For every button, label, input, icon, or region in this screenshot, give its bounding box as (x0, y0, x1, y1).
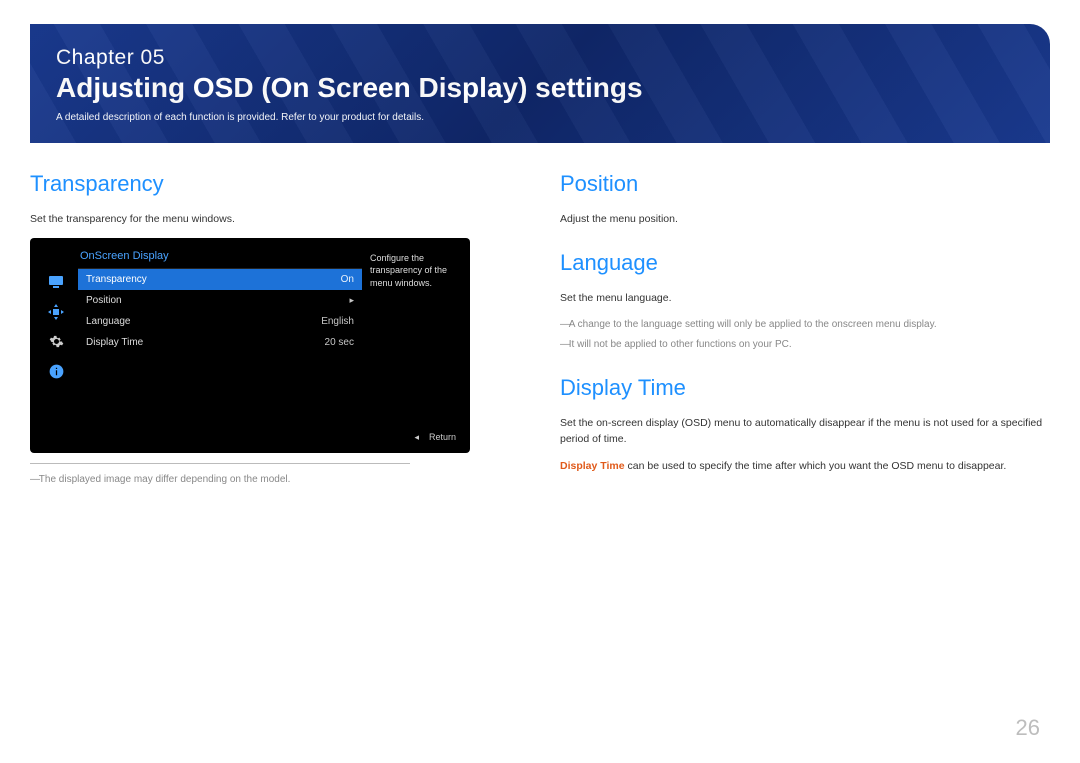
back-icon: ◂ (414, 432, 419, 443)
displaytime-desc1: Set the on-screen display (OSD) menu to … (560, 415, 1050, 449)
displaytime-highlight: Display Time (560, 460, 625, 472)
language-note-1: A change to the language setting will on… (560, 317, 1050, 333)
osd-help-text: Configure the transparency of the menu w… (370, 250, 456, 384)
content-columns: Transparency Set the transparency for th… (30, 161, 1050, 492)
osd-row-transparency: Transparency On (78, 269, 362, 290)
osd-row-value: English (321, 316, 354, 327)
section-language: Language (560, 250, 1050, 276)
osd-sidebar (44, 250, 70, 384)
osd-row-label: Language (86, 316, 131, 327)
osd-screenshot: OnScreen Display Transparency On Positio… (30, 238, 470, 453)
osd-row-label: Position (86, 295, 122, 306)
chapter-title: Adjusting OSD (On Screen Display) settin… (56, 72, 1024, 104)
osd-title: OnScreen Display (78, 250, 362, 268)
displaytime-desc2: Display Time can be used to specify the … (560, 458, 1050, 475)
language-note-2: It will not be applied to other function… (560, 337, 1050, 353)
osd-row-language: Language English (78, 311, 362, 332)
chapter-label: Chapter 05 (56, 46, 1024, 70)
model-note: The displayed image may differ depending… (30, 472, 520, 488)
osd-row-value: 20 sec (325, 337, 354, 348)
divider (30, 463, 410, 464)
osd-row-position: Position ▸ (78, 290, 362, 311)
chapter-banner: Chapter 05 Adjusting OSD (On Screen Disp… (30, 24, 1050, 143)
info-icon (44, 360, 68, 384)
left-column: Transparency Set the transparency for th… (30, 161, 520, 492)
monitor-icon (44, 270, 68, 294)
osd-row-label: Transparency (86, 274, 147, 285)
page: Chapter 05 Adjusting OSD (On Screen Disp… (0, 0, 1080, 763)
section-displaytime: Display Time (560, 375, 1050, 401)
osd-main: OnScreen Display Transparency On Positio… (78, 250, 362, 384)
language-desc: Set the menu language. (560, 290, 1050, 307)
transparency-desc: Set the transparency for the menu window… (30, 211, 520, 228)
position-icon (44, 300, 68, 324)
osd-row-displaytime: Display Time 20 sec (78, 332, 362, 353)
osd-row-label: Display Time (86, 337, 143, 348)
right-column: Position Adjust the menu position. Langu… (560, 161, 1050, 492)
osd-footer: ◂ Return (44, 432, 456, 443)
page-number: 26 (1016, 715, 1040, 741)
osd-list: Transparency On Position ▸ Language Engl… (78, 268, 362, 353)
chapter-desc: A detailed description of each function … (56, 112, 1024, 123)
return-label: Return (429, 432, 456, 442)
position-desc: Adjust the menu position. (560, 211, 1050, 228)
osd-row-value: On (341, 274, 354, 285)
gear-icon (44, 330, 68, 354)
osd-row-value: ▸ (349, 295, 354, 306)
section-position: Position (560, 171, 1050, 197)
section-transparency: Transparency (30, 171, 520, 197)
displaytime-desc2-text: can be used to specify the time after wh… (625, 460, 1007, 472)
